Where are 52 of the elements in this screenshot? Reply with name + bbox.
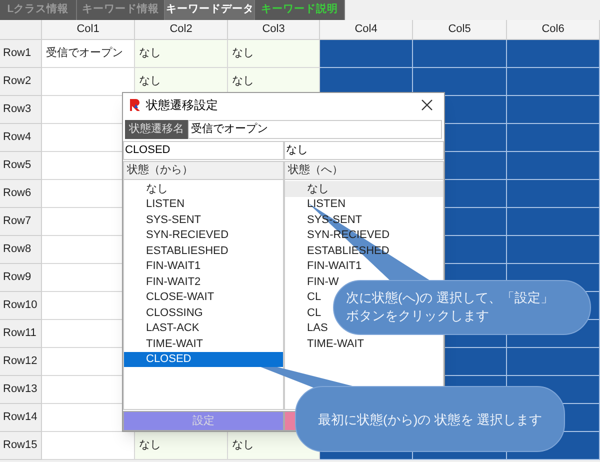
list-item[interactable]: SYS-SENT <box>124 212 283 228</box>
row-header: Row12 <box>0 348 42 376</box>
table-cell: なし <box>135 432 228 460</box>
list-item[interactable]: LISTEN <box>124 196 283 212</box>
column-header[interactable]: Col3 <box>228 20 320 40</box>
row-header: Row8 <box>0 236 42 264</box>
list-item[interactable]: CLOSSING <box>124 305 283 320</box>
row-header: Row13 <box>0 376 42 404</box>
tab[interactable]: キーワードデータ <box>165 0 255 20</box>
list-item[interactable]: CLOSE-WAIT <box>124 290 283 305</box>
row-header: Row3 <box>0 96 42 124</box>
row-header: Row6 <box>0 180 42 208</box>
app-logo-icon <box>129 98 142 112</box>
list-item[interactable]: FIN-WAIT1 <box>285 258 443 274</box>
row-header: Row9 <box>0 264 42 292</box>
name-field[interactable]: 受信でオープン <box>188 120 442 139</box>
list-item[interactable]: LISTEN <box>285 196 443 212</box>
row-header: Row7 <box>0 208 42 236</box>
row-header: Row15 <box>0 432 42 460</box>
list-item[interactable]: FIN-WAIT1 <box>124 258 283 274</box>
field-label: 状態遷移名 <box>125 120 188 139</box>
list-header: 状態（から） <box>124 162 283 180</box>
list-item[interactable]: CLOSED <box>124 352 283 367</box>
table-cell: なし <box>228 40 320 68</box>
from-state-field[interactable]: CLOSED <box>123 141 284 160</box>
list-item[interactable]: FIN-WAIT2 <box>124 274 283 290</box>
list-item[interactable]: なし <box>124 181 283 196</box>
dialog-title: 状態遷移設定 <box>146 97 219 114</box>
table-cell: なし <box>135 40 228 68</box>
list-item[interactable]: LAST-ACK <box>124 320 283 336</box>
table-cell: 受信でオープン <box>42 40 135 68</box>
list-item[interactable]: TIME-WAIT <box>285 336 443 352</box>
row-header: Row1 <box>0 40 42 68</box>
list-item[interactable]: SYN-RECIEVED <box>124 228 283 243</box>
column-header[interactable]: Col2 <box>135 20 228 40</box>
list-item[interactable]: ESTABLIESHED <box>124 243 283 258</box>
header-corner <box>0 20 42 40</box>
column-header[interactable]: Col4 <box>320 20 413 40</box>
close-icon[interactable] <box>420 98 434 112</box>
row-header: Row14 <box>0 404 42 432</box>
column-header[interactable]: Col5 <box>413 20 507 40</box>
row-header: Row10 <box>0 292 42 320</box>
list-header: 状態（へ） <box>285 162 443 180</box>
to-state-field[interactable]: なし <box>284 141 444 160</box>
row-header: Row5 <box>0 152 42 180</box>
list-item[interactable]: なし <box>285 181 443 196</box>
row-header: Row4 <box>0 124 42 152</box>
list-item[interactable]: TIME-WAIT <box>124 336 283 352</box>
column-header[interactable]: Col6 <box>507 20 600 40</box>
row-header: Row11 <box>0 320 42 348</box>
row-header: Row2 <box>0 68 42 96</box>
column-header[interactable]: Col1 <box>42 20 135 40</box>
